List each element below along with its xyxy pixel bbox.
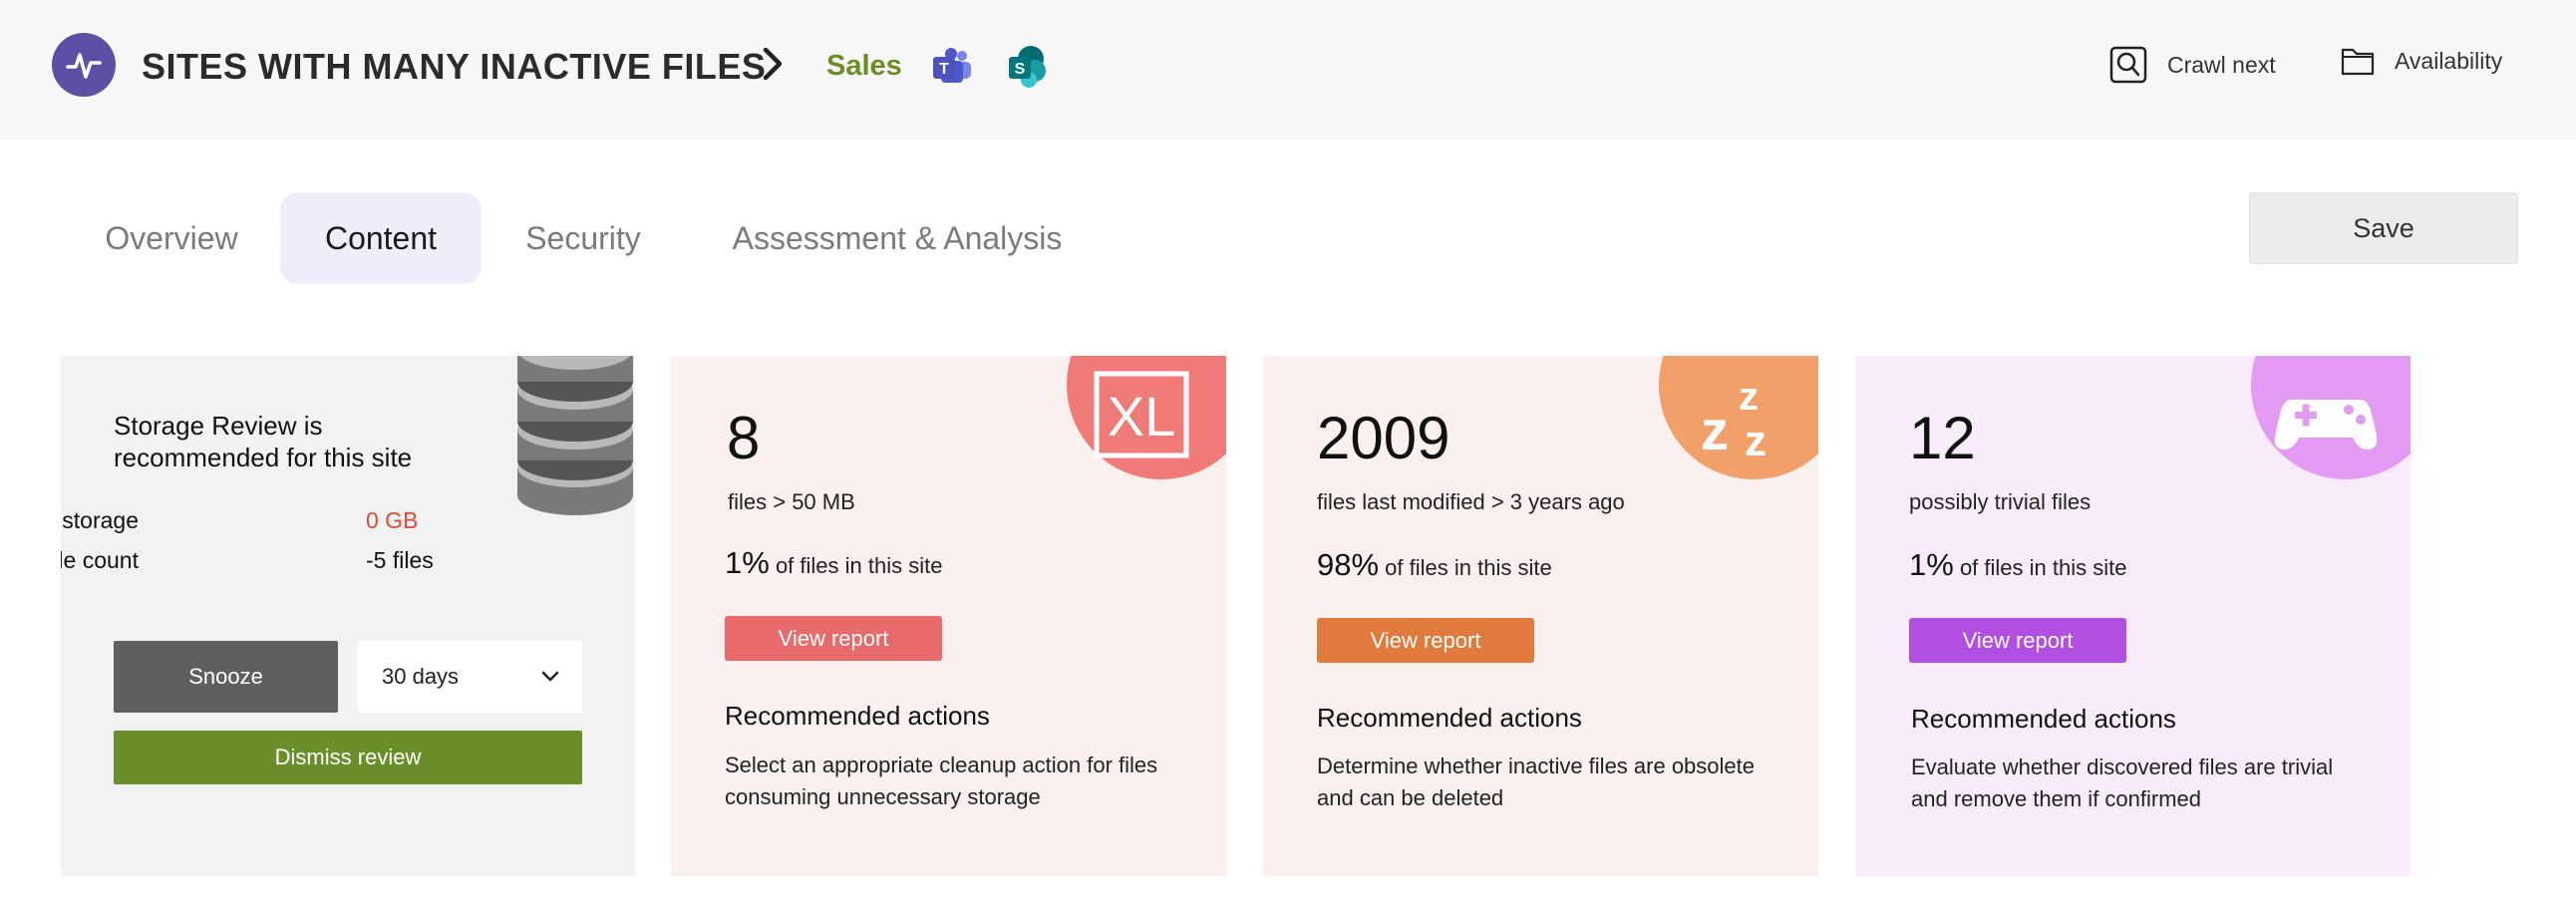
trivial-files-count: 12 [1909,405,1976,471]
view-report-button[interactable]: View report [1317,618,1534,663]
large-files-description: files > 50 MB [728,489,855,514]
recommended-actions-title: Recommended actions [1317,703,1582,733]
trivial-files-percent-line: 1% of files in this site [1909,547,2126,583]
snooze-period-select[interactable]: 30 days [358,641,582,713]
metric-value: 0 GB [366,507,419,533]
sharepoint-icon[interactable]: S [1005,44,1051,95]
large-files-card: XL 8 files > 50 MB 1% of files in this s… [671,356,1226,876]
activity-logo-icon [52,33,116,97]
large-files-percent-line: 1% of files in this site [725,545,942,581]
inactive-files-card: z z z 2009 files last modified > 3 years… [1263,356,1818,876]
percent-suffix: of files in this site [775,553,943,578]
recommended-actions-title: Recommended actions [1911,704,2176,734]
trivial-files-card: 12 possibly trivial files 1% of files in… [1855,356,2411,876]
crawl-next-button[interactable]: Crawl next [2109,46,2276,84]
inactive-files-percent-line: 98% of files in this site [1317,547,1552,583]
svg-text:z: z [1701,399,1729,461]
percent-value: 1% [1909,547,1954,582]
app-header: SITES WITH MANY INACTIVE FILES Sales T S… [0,0,2576,140]
sleep-zzz-icon: z z z [1659,356,1818,479]
view-report-button[interactable]: View report [1909,618,2126,663]
tab-content[interactable]: Content [280,192,482,284]
percent-value: 1% [725,545,770,580]
storage-review-card: Storage Review is recommended for this s… [61,356,635,876]
storage-review-heading: Storage Review is recommended for this s… [114,411,413,472]
snooze-period-value: 30 days [382,664,460,689]
trivial-files-description: possibly trivial files [1909,489,2092,514]
large-files-count: 8 [727,405,761,471]
svg-text:XL: XL [1108,385,1176,448]
teams-icon[interactable]: T [931,46,973,93]
database-icon [515,356,635,540]
save-button[interactable]: Save [2249,192,2518,264]
availability-button[interactable]: Availability [2341,46,2502,76]
metric-label: 30-day storage [61,507,139,533]
page-title: SITES WITH MANY INACTIVE FILES [142,46,767,87]
percent-value: 98% [1317,547,1380,582]
snooze-button[interactable]: Snooze [114,641,338,713]
recommended-actions-text: Select an appropriate cleanup action for… [725,752,1158,809]
percent-suffix: of files in this site [1385,555,1552,580]
search-icon [2109,46,2147,84]
dismiss-review-button[interactable]: Dismiss review [114,731,582,784]
metric-label: 30-day file count [61,547,139,573]
gamepad-icon [2251,356,2411,479]
recommended-actions-title: Recommended actions [725,701,990,731]
recommended-actions-text: Evaluate whether discovered files are tr… [1911,754,2334,811]
chevron-right-icon [758,44,788,89]
xl-file-icon: XL [1067,356,1226,479]
svg-text:T: T [939,61,949,78]
breadcrumb-site-link[interactable]: Sales [826,50,902,83]
chevron-down-icon [541,671,559,682]
recommended-actions-text: Determine whether inactive files are obs… [1317,753,1756,810]
folder-icon [2341,48,2375,76]
inactive-files-description: files last modified > 3 years ago [1317,489,1625,514]
svg-text:S: S [1015,61,1026,78]
svg-text:z: z [1745,417,1767,465]
tab-assessment-analysis[interactable]: Assessment & Analysis [716,192,1079,284]
inactive-files-count: 2009 [1317,405,1450,471]
svg-text:z: z [1739,375,1759,419]
metric-value: -5 files [366,547,434,573]
tab-overview[interactable]: Overview [82,192,261,284]
view-report-button[interactable]: View report [725,616,942,661]
tab-security[interactable]: Security [500,192,666,284]
crawl-next-label: Crawl next [2167,51,2276,78]
percent-suffix: of files in this site [1959,555,2127,580]
availability-label: Availability [2395,47,2503,74]
